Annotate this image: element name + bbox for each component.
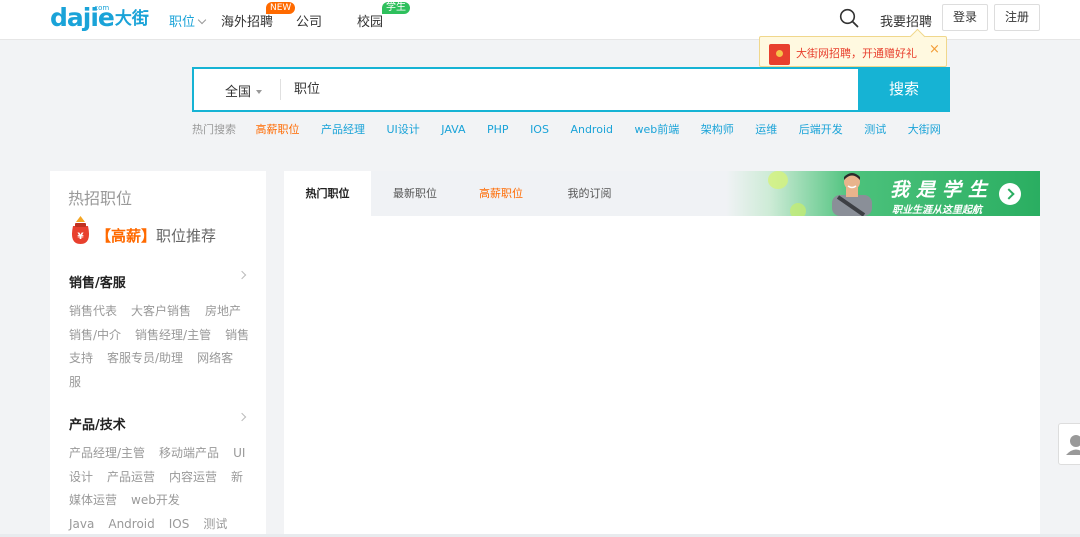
promo-text: 大街网招聘，开通赠好礼 <box>796 47 917 60</box>
city-selector[interactable]: 全国 <box>225 81 263 100</box>
money-bag-icon: ¥ <box>71 216 90 244</box>
city-label: 全国 <box>225 85 252 100</box>
recommend-highlight: 【高薪】 <box>96 227 157 245</box>
category-tag[interactable]: 测试 <box>203 517 227 531</box>
arrow-right-icon[interactable] <box>999 183 1021 205</box>
category-tags: 产品经理/主管 移动端产品 UI设计 产品运营 内容运营 新媒体运营 web开发Java An… <box>69 442 251 536</box>
hot-search-item[interactable]: 产品经理 <box>321 123 365 136</box>
recommend-link[interactable]: 【高薪】职位推荐 <box>96 225 216 246</box>
red-envelope-icon <box>769 44 790 65</box>
category-title[interactable]: 产品/技术 <box>69 414 251 433</box>
hot-search-item[interactable]: 架构师 <box>701 123 734 136</box>
promo-tooltip[interactable]: 大街网招聘，开通赠好礼 × <box>759 36 947 67</box>
chevron-down-icon <box>197 15 207 25</box>
category-tag[interactable]: 销售经理/主管 <box>135 328 211 342</box>
nav-jobs[interactable]: 职位 <box>169 11 207 30</box>
jobs-main-panel: 热门职位 最新职位 高薪职位 我的订阅 我是学生 职业生涯从这里起航 <box>284 171 1040 537</box>
hot-search-item[interactable]: PHP <box>487 123 509 136</box>
category-tag[interactable]: 产品经理/主管 <box>69 446 145 460</box>
search-button[interactable]: 搜索 <box>858 67 950 112</box>
logo-com-text: .com <box>92 4 110 12</box>
category-tag[interactable]: web开发 <box>131 493 180 507</box>
hot-jobs-title: 热招职位 <box>68 189 133 208</box>
category-tag[interactable]: Java <box>69 517 94 531</box>
hot-search-item[interactable]: Android <box>570 123 613 136</box>
nav-company[interactable]: 公司 <box>296 11 322 30</box>
student-photo <box>832 173 872 216</box>
tab-my-subscriptions[interactable]: 我的订阅 <box>543 171 636 216</box>
tab-hot-jobs[interactable]: 热门职位 <box>284 171 371 216</box>
hot-searches-label: 热门搜索 <box>192 123 236 136</box>
category-tags: 销售代表 大客户销售 房地产销售/中介 销售经理/主管 销售支持 客服专员/助理 网络客服 <box>69 300 251 394</box>
category-tag[interactable]: 销售代表 <box>69 304 117 318</box>
dajie-logo[interactable]: dajie .com 大街 <box>50 4 149 32</box>
job-tabs: 热门职位 最新职位 高薪职位 我的订阅 我是学生 职业生涯从这里起航 <box>284 171 1040 216</box>
logo-cn-text: 大街 <box>114 9 149 29</box>
category-sales: 销售/客服 销售代表 大客户销售 房地产销售/中介 销售经理/主管 销售支持 客服专员/助… <box>69 270 251 394</box>
student-badge: 学生 <box>382 2 410 14</box>
nav-company-label: 公司 <box>296 15 323 30</box>
nav-overseas-label: 海外招聘 <box>221 15 274 30</box>
hot-search-item[interactable]: JAVA <box>441 123 465 136</box>
student-banner[interactable]: 我是学生 职业生涯从这里起航 <box>726 171 1040 216</box>
hot-search-item[interactable]: UI设计 <box>387 123 420 136</box>
nav-campus[interactable]: 校园 <box>357 11 383 30</box>
login-button[interactable]: 登录 <box>942 4 988 31</box>
hot-search-item[interactable]: IOS <box>530 123 549 136</box>
category-product-tech: 产品/技术 产品经理/主管 移动端产品 UI设计 产品运营 内容运营 新媒体运营 web开发… <box>69 412 251 536</box>
category-tag[interactable]: IOS <box>169 517 190 531</box>
category-tag[interactable]: 产品运营 <box>107 470 155 484</box>
category-tag[interactable]: 移动端产品 <box>159 446 219 460</box>
hot-search-item[interactable]: 大街网 <box>908 123 941 136</box>
category-title[interactable]: 销售/客服 <box>69 272 251 291</box>
banner-decoration <box>768 171 788 189</box>
nav-campus-label: 校园 <box>357 15 384 30</box>
register-button[interactable]: 注册 <box>994 4 1040 31</box>
banner-decoration <box>790 203 806 216</box>
category-tag[interactable]: 客服专员/助理 <box>107 351 183 365</box>
search-icon[interactable] <box>839 8 859 28</box>
recommend-text: 职位推荐 <box>156 227 217 245</box>
hot-search-item[interactable]: 高薪职位 <box>256 123 300 136</box>
new-badge: NEW <box>266 2 296 14</box>
hot-search-item[interactable]: 测试 <box>864 123 886 136</box>
category-tag[interactable]: Android <box>108 517 154 531</box>
banner-title: 我是学生 <box>890 179 995 201</box>
hot-searches: 热门搜索 高薪职位 产品经理 UI设计 JAVA PHP IOS Android… <box>192 121 959 137</box>
banner-subtitle: 职业生涯从这里起航 <box>892 205 982 216</box>
category-tag[interactable]: 大客户销售 <box>131 304 191 318</box>
customer-service-icon <box>1066 435 1080 455</box>
search-bar: 全国 搜索 <box>192 67 950 112</box>
category-tag[interactable]: 内容运营 <box>169 470 217 484</box>
hot-jobs-panel: 热招职位 ¥ 【高薪】职位推荐 销售/客服 销售代表 大客户销售 房地产销售/中介销… <box>50 171 266 537</box>
search-divider <box>280 79 281 100</box>
hot-search-item[interactable]: 后端开发 <box>799 123 843 136</box>
tab-latest-jobs[interactable]: 最新职位 <box>371 171 459 216</box>
close-icon[interactable]: × <box>929 42 940 57</box>
svg-text:¥: ¥ <box>77 232 84 242</box>
caret-down-icon <box>256 90 263 94</box>
hot-search-item[interactable]: web前端 <box>634 123 679 136</box>
nav-jobs-label: 职位 <box>169 15 196 30</box>
customer-service-widget[interactable] <box>1058 423 1080 465</box>
hot-search-item[interactable]: 运维 <box>755 123 777 136</box>
hire-link[interactable]: 我要招聘 <box>880 11 932 30</box>
search-input[interactable] <box>294 73 854 106</box>
tab-high-salary-jobs[interactable]: 高薪职位 <box>459 171 543 216</box>
